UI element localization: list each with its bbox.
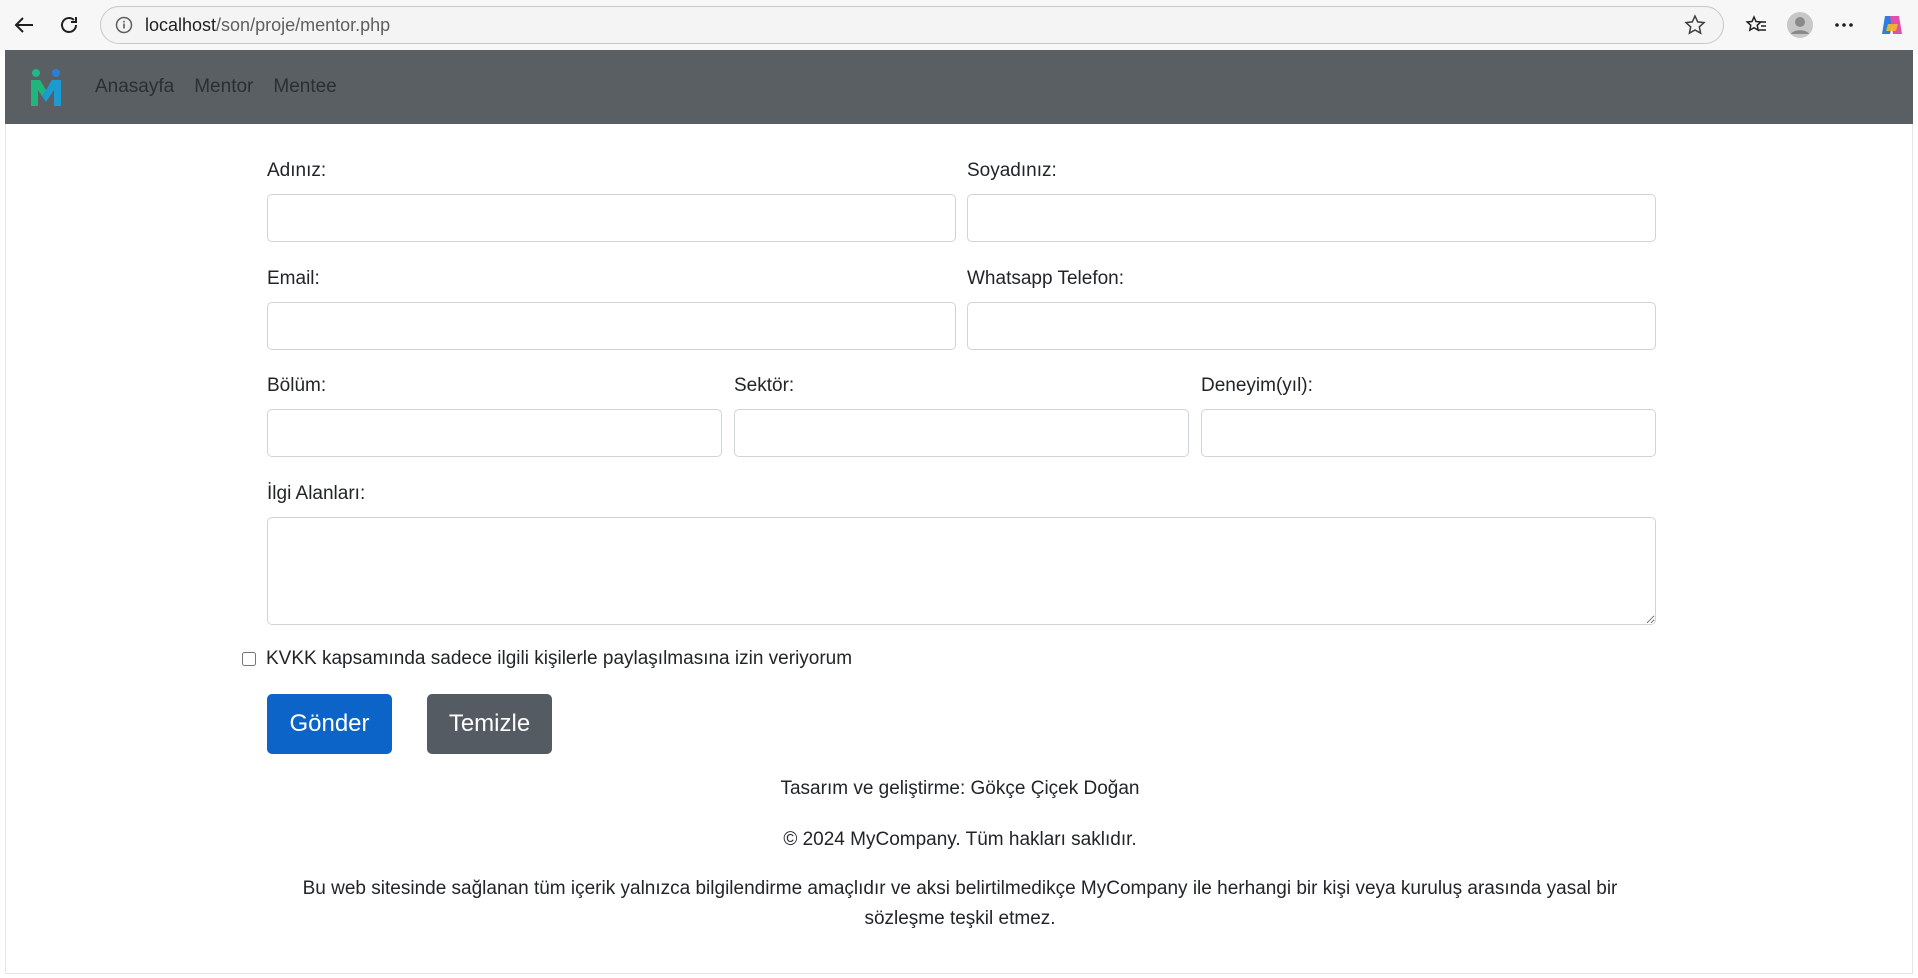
- brand-logo-icon[interactable]: [25, 66, 67, 108]
- experience-input[interactable]: [1201, 409, 1656, 457]
- consent-checkbox[interactable]: [242, 652, 256, 666]
- back-button[interactable]: [8, 9, 40, 41]
- reload-button[interactable]: [53, 9, 85, 41]
- more-options-icon[interactable]: [1828, 9, 1860, 41]
- consent-label: KVKK kapsamında sadece ilgili kişilerle …: [266, 648, 853, 669]
- site-info-icon[interactable]: [109, 10, 139, 40]
- url-text: localhost/son/proje/mentor.php: [145, 15, 390, 36]
- footer-credit: Tasarım ve geliştirme: Gökçe Çiçek Doğan: [780, 778, 1140, 799]
- favorite-star-icon[interactable]: [1681, 11, 1709, 39]
- address-bar[interactable]: localhost/son/proje/mentor.php: [100, 6, 1724, 44]
- interests-label: İlgi Alanları:: [267, 483, 366, 504]
- first-name-label: Adınız:: [267, 160, 327, 181]
- url-host: localhost: [145, 14, 217, 35]
- email-label: Email:: [267, 268, 320, 289]
- nav-link-home[interactable]: Anasayfa: [95, 76, 174, 98]
- reset-button[interactable]: Temizle: [427, 694, 552, 754]
- department-label: Bölüm:: [267, 375, 327, 396]
- sector-label: Sektör:: [734, 375, 795, 396]
- interests-textarea[interactable]: [267, 517, 1656, 625]
- browser-toolbar: localhost/son/proje/mentor.php: [0, 0, 1918, 50]
- main-content: Adınız: Soyadınız: Email: Whatsapp Telef…: [5, 124, 1913, 974]
- experience-label: Deneyim(yıl):: [1201, 375, 1313, 396]
- nav-link-mentee[interactable]: Mentee: [273, 76, 336, 98]
- copilot-icon[interactable]: [1876, 9, 1908, 41]
- footer-disclaimer: Bu web sitesinde sağlanan tüm içerik yal…: [302, 878, 1618, 929]
- last-name-input[interactable]: [967, 194, 1656, 242]
- profile-avatar-icon[interactable]: [1784, 9, 1816, 41]
- back-arrow-icon: [14, 17, 33, 33]
- phone-input[interactable]: [967, 302, 1656, 350]
- nav-link-mentor[interactable]: Mentor: [194, 76, 253, 98]
- sector-input[interactable]: [734, 409, 1189, 457]
- first-name-input[interactable]: [267, 194, 956, 242]
- site-navbar: Anasayfa Mentor Mentee: [5, 50, 1913, 124]
- submit-button[interactable]: Gönder: [267, 694, 392, 754]
- favorites-icon[interactable]: [1740, 9, 1772, 41]
- last-name-label: Soyadınız:: [967, 160, 1057, 181]
- phone-label: Whatsapp Telefon:: [967, 268, 1125, 289]
- reload-icon: [61, 17, 77, 33]
- email-input[interactable]: [267, 302, 956, 350]
- consent-row: KVKK kapsamında sadece ilgili kişilerle …: [242, 648, 852, 670]
- department-input[interactable]: [267, 409, 722, 457]
- url-path: /son/proje/mentor.php: [216, 14, 391, 35]
- footer-copyright: © 2024 MyCompany. Tüm hakları saklıdır.: [783, 829, 1137, 850]
